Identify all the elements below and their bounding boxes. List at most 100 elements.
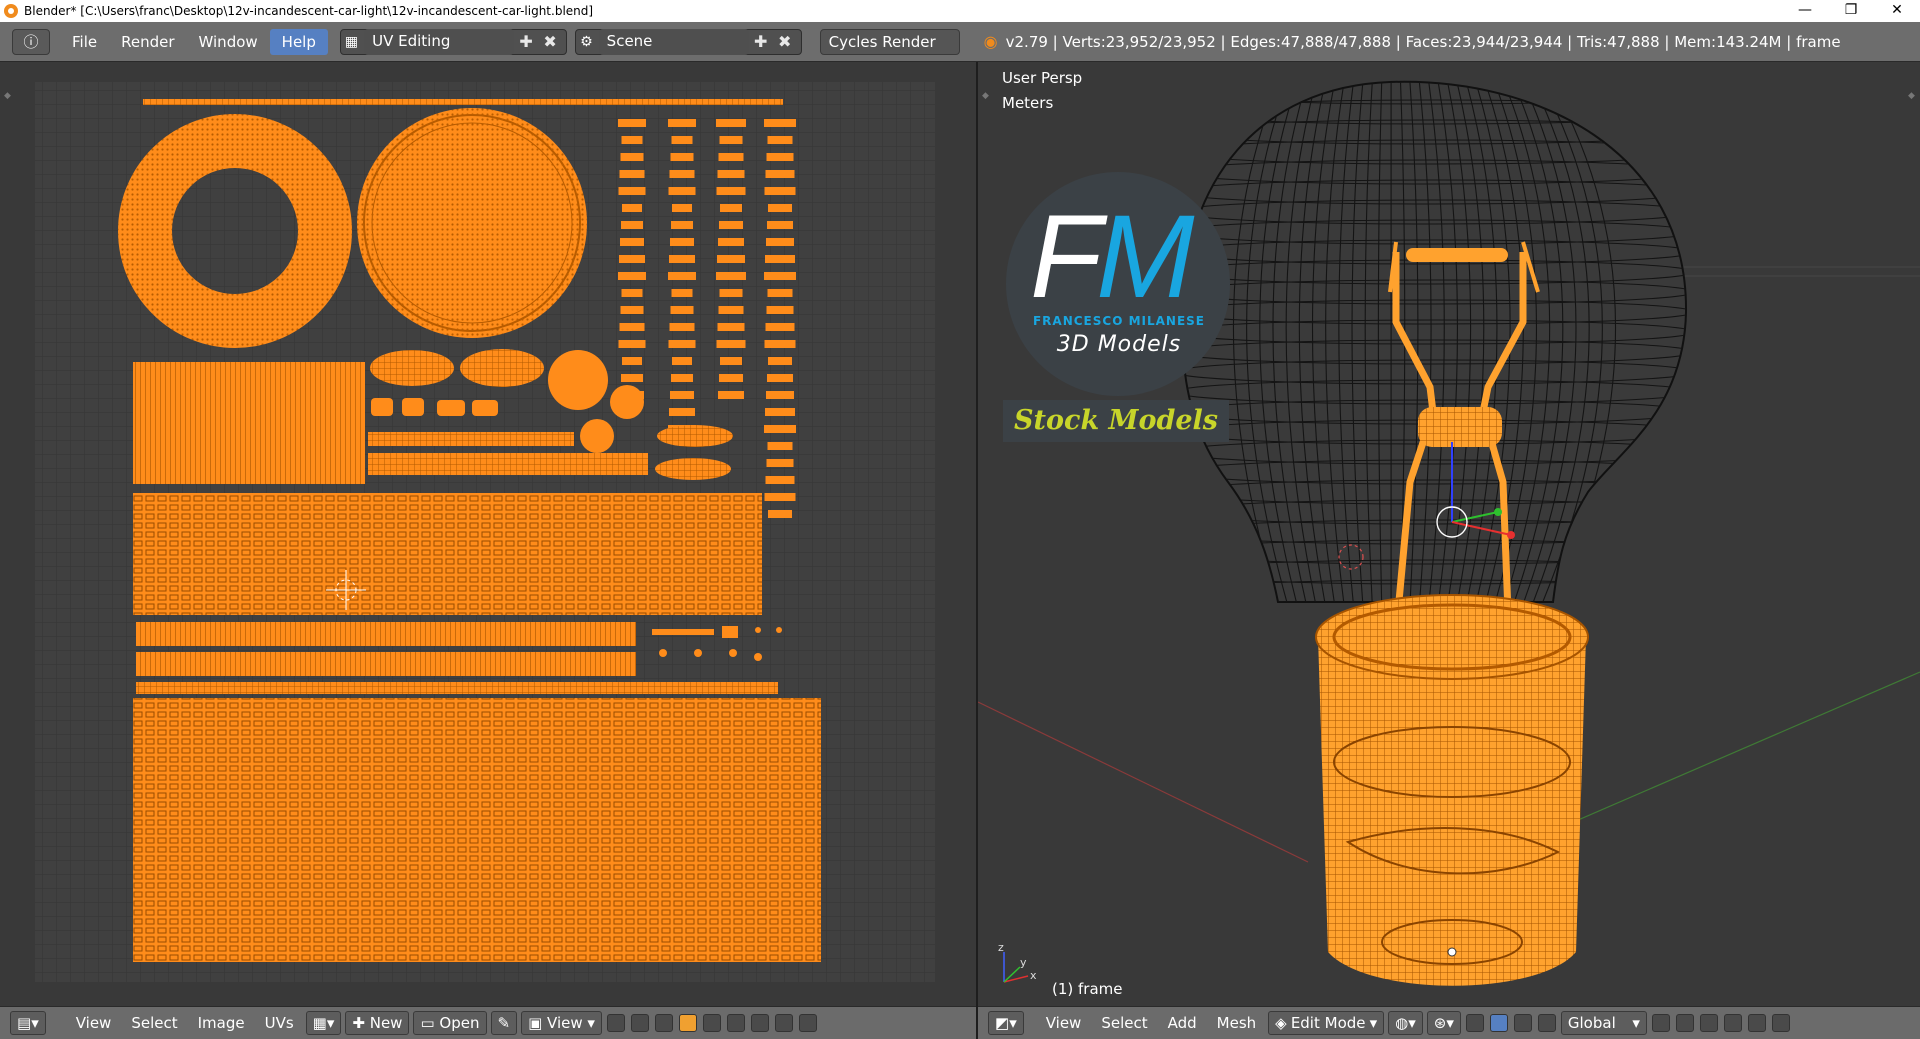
- uv-island: [717, 170, 745, 178]
- uv-menu-view[interactable]: View: [66, 1008, 122, 1038]
- face-select-icon[interactable]: [1699, 1014, 1718, 1032]
- layout-icon: ▦: [344, 33, 359, 50]
- editor-type-button[interactable]: ◩ ▾: [988, 1011, 1024, 1035]
- add-scene-button[interactable]: ✚: [749, 29, 773, 55]
- shading-icon: ◍: [1395, 1014, 1409, 1032]
- uv-island: [719, 289, 743, 297]
- info-icon: ⓘ: [23, 33, 39, 51]
- window-title: Blender* [C:\Users\franc\Desktop\12v-inc…: [24, 4, 594, 18]
- vp-menu-view[interactable]: View: [1036, 1008, 1092, 1038]
- scene-selector[interactable]: ⚙ Scene ✚ ✖: [575, 28, 802, 55]
- mode-label: Edit Mode: [1290, 1014, 1366, 1032]
- uv-island: [766, 238, 794, 246]
- uv-island: [618, 340, 646, 348]
- uv-menu-select[interactable]: Select: [121, 1008, 187, 1038]
- uv-island: [548, 350, 608, 410]
- select-mode-island-icon[interactable]: [702, 1014, 721, 1032]
- image-browse-button[interactable]: ▦ ▾: [305, 1011, 342, 1035]
- delete-layout-button[interactable]: ✖: [538, 29, 562, 55]
- vp-menu-add[interactable]: Add: [1158, 1008, 1207, 1038]
- blender-icon: ◉: [983, 32, 998, 51]
- proportional-edit-icon[interactable]: [750, 1014, 769, 1032]
- add-layout-button[interactable]: ✚: [514, 29, 538, 55]
- pivot-icon[interactable]: [726, 1014, 745, 1032]
- menu-window[interactable]: Window: [187, 29, 270, 55]
- uv-island: [764, 187, 796, 195]
- select-mode-vertex-icon[interactable]: [630, 1014, 649, 1032]
- uv-island: [768, 510, 792, 518]
- uv-island: [669, 255, 695, 263]
- select-mode-edge-icon[interactable]: [654, 1014, 673, 1032]
- lamp-base-mesh: [1315, 594, 1589, 986]
- vp-menu-select[interactable]: Select: [1091, 1008, 1157, 1038]
- uv-island: [766, 459, 794, 467]
- pivot-dropdown[interactable]: ⊛ ▾: [1426, 1011, 1461, 1035]
- scale-manipulator-icon[interactable]: [1537, 1014, 1556, 1032]
- uv-island: [764, 340, 796, 348]
- uv-island: [622, 357, 642, 365]
- uv-island: [767, 442, 793, 450]
- screen-layout-selector[interactable]: ▦ UV Editing ✚ ✖: [339, 28, 568, 55]
- occlude-icon[interactable]: [1723, 1014, 1742, 1032]
- uv-island: [719, 136, 743, 144]
- view-mode-dropdown[interactable]: ▣ View ▾: [521, 1011, 602, 1035]
- orientation-dropdown[interactable]: Global ▾: [1560, 1011, 1647, 1035]
- editor-type-button[interactable]: ⓘ: [12, 28, 50, 55]
- snap-icon[interactable]: [774, 1014, 793, 1032]
- vertex-select-icon[interactable]: [1651, 1014, 1670, 1032]
- uv-editor[interactable]: ◆: [0, 62, 976, 1006]
- mode-dropdown[interactable]: ◈ Edit Mode ▾: [1268, 1011, 1385, 1035]
- uv-island: [619, 323, 645, 331]
- close-button[interactable]: ✕: [1874, 0, 1920, 22]
- editor-type-button[interactable]: ▤ ▾: [10, 1011, 46, 1035]
- vp-menu-mesh[interactable]: Mesh: [1207, 1008, 1267, 1038]
- bead-support: [1418, 407, 1502, 447]
- uv-sync-icon[interactable]: [606, 1014, 625, 1032]
- uv-menu-uvs[interactable]: UVs: [255, 1008, 304, 1038]
- uv-island: [668, 187, 696, 195]
- filament: [1406, 248, 1508, 262]
- select-mode-face-icon[interactable]: [678, 1014, 697, 1032]
- scale-icon[interactable]: [798, 1014, 817, 1032]
- uv-island: [766, 391, 794, 399]
- delete-scene-button[interactable]: ✖: [773, 29, 797, 55]
- uv-island: [766, 153, 794, 161]
- translate-manipulator-icon[interactable]: [1489, 1014, 1508, 1032]
- proportional-icon[interactable]: [1747, 1014, 1766, 1032]
- uv-island: [764, 119, 796, 127]
- uv-island: [716, 119, 746, 127]
- viewport-footer: ◩ ▾ View Select Add Mesh ◈ Edit Mode ▾ ◍ ▾ ⊛…: [978, 1006, 1920, 1039]
- uv-island: [621, 374, 643, 382]
- uv-island: [618, 119, 646, 127]
- uv-island: [720, 357, 742, 365]
- folder-icon: ▭: [420, 1014, 435, 1032]
- uv-island: [719, 374, 743, 382]
- region-toggle-icon[interactable]: ◆: [1908, 91, 1915, 101]
- menu-render[interactable]: Render: [109, 29, 186, 55]
- menu-help[interactable]: Help: [269, 28, 328, 55]
- shading-dropdown[interactable]: ◍ ▾: [1388, 1011, 1423, 1035]
- screen-layout-field[interactable]: UV Editing: [364, 28, 515, 55]
- menu-file[interactable]: File: [60, 29, 109, 55]
- region-toggle-icon[interactable]: ◆: [4, 91, 11, 101]
- rotate-manipulator-icon[interactable]: [1513, 1014, 1532, 1032]
- pin-button[interactable]: ✎: [490, 1011, 518, 1035]
- open-image-button[interactable]: ▭ Open: [413, 1011, 487, 1035]
- uv-island: [610, 385, 644, 419]
- scene-field[interactable]: Scene: [598, 28, 749, 55]
- edge-select-icon[interactable]: [1675, 1014, 1694, 1032]
- uv-island: [718, 153, 744, 161]
- snap-icon[interactable]: [1771, 1014, 1790, 1032]
- maximize-button[interactable]: ❐: [1828, 0, 1874, 22]
- uv-menu-image[interactable]: Image: [188, 1008, 255, 1038]
- region-toggle-icon[interactable]: ◆: [982, 91, 989, 101]
- minimize-button[interactable]: —: [1782, 0, 1828, 22]
- uv-canvas[interactable]: ◆: [0, 62, 976, 1006]
- uv-island: [621, 289, 643, 297]
- manipulator-toggle-icon[interactable]: [1465, 1014, 1484, 1032]
- render-engine-dropdown[interactable]: Cycles Render: [819, 28, 960, 55]
- uv-island: [136, 652, 636, 676]
- view-mode-label: View: [547, 1014, 583, 1032]
- uv-island: [619, 255, 645, 263]
- new-image-button[interactable]: ✚ New: [345, 1011, 410, 1035]
